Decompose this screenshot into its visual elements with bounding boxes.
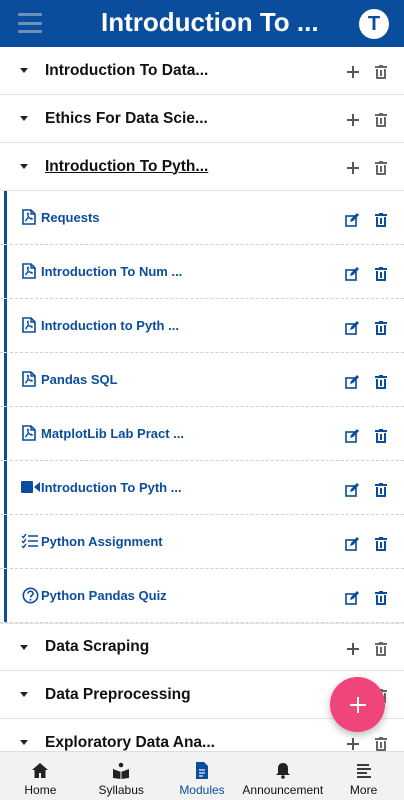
- edit-icon[interactable]: [345, 375, 359, 389]
- page-title: Introduction To ...: [101, 7, 319, 37]
- module-item-row[interactable]: Pandas SQL: [0, 353, 404, 407]
- trash-icon[interactable]: [375, 642, 387, 656]
- add-fab-button[interactable]: [330, 677, 385, 732]
- module-item-row[interactable]: Python Assignment: [0, 515, 404, 569]
- module-title[interactable]: Introduction To Pyth...: [45, 158, 208, 176]
- document-icon: [195, 762, 208, 779]
- avatar[interactable]: T: [359, 9, 389, 39]
- add-icon[interactable]: [346, 65, 360, 79]
- edit-icon[interactable]: [345, 267, 359, 281]
- edit-icon[interactable]: [345, 213, 359, 227]
- module-item-row[interactable]: MatplotLib Lab Pract ...: [0, 407, 404, 461]
- edit-icon[interactable]: [345, 483, 359, 497]
- module-row[interactable]: Ethics For Data Scie...: [0, 95, 404, 143]
- module-item-label[interactable]: Pandas SQL: [41, 372, 118, 387]
- add-icon[interactable]: [346, 737, 360, 751]
- trash-icon[interactable]: [375, 113, 387, 127]
- bell-icon: [275, 763, 290, 779]
- caret-down-icon[interactable]: [20, 645, 28, 650]
- add-icon[interactable]: [346, 642, 360, 656]
- modules-list: Introduction To Data... Ethics For Data …: [0, 47, 404, 751]
- quiz-question-icon: [22, 587, 39, 604]
- module-item-label[interactable]: Introduction To Num ...: [41, 264, 182, 279]
- module-item-row[interactable]: Introduction To Num ...: [0, 245, 404, 299]
- nav-syllabus[interactable]: Syllabus: [81, 752, 162, 800]
- module-item-label[interactable]: MatplotLib Lab Pract ...: [41, 426, 184, 441]
- trash-icon[interactable]: [375, 737, 387, 751]
- edit-icon[interactable]: [345, 429, 359, 443]
- nav-home-label: Home: [24, 783, 57, 797]
- plus-icon: [349, 696, 366, 713]
- trash-icon[interactable]: [375, 537, 387, 551]
- module-item-row[interactable]: Introduction to Pyth ...: [0, 299, 404, 353]
- bottom-navigation: Home Syllabus Modules Announcement More: [0, 751, 404, 800]
- module-row[interactable]: Introduction To Data...: [0, 47, 404, 95]
- caret-down-icon[interactable]: [20, 116, 28, 121]
- trash-icon[interactable]: [375, 483, 387, 497]
- caret-down-icon[interactable]: [20, 692, 28, 697]
- module-item-label[interactable]: Requests: [41, 210, 100, 225]
- trash-icon[interactable]: [375, 429, 387, 443]
- nav-more-label: More: [349, 783, 378, 797]
- nav-announcement-label: Announcement: [242, 783, 324, 797]
- caret-down-icon[interactable]: [20, 164, 28, 169]
- caret-down-icon[interactable]: [20, 68, 28, 73]
- trash-icon[interactable]: [375, 65, 387, 79]
- pdf-file-icon: [22, 317, 36, 333]
- add-icon[interactable]: [346, 161, 360, 175]
- caret-down-icon[interactable]: [20, 740, 28, 745]
- module-title[interactable]: Ethics For Data Scie...: [45, 110, 208, 128]
- nav-announcement[interactable]: Announcement: [242, 752, 323, 800]
- nav-syllabus-label: Syllabus: [98, 783, 144, 797]
- module-row[interactable]: Data Scraping: [0, 623, 404, 671]
- nav-modules[interactable]: Modules: [162, 752, 243, 800]
- module-item-label[interactable]: Python Assignment: [41, 534, 163, 549]
- module-title[interactable]: Exploratory Data Ana...: [45, 734, 215, 752]
- pdf-file-icon: [22, 263, 36, 279]
- trash-icon[interactable]: [375, 213, 387, 227]
- module-title[interactable]: Data Preprocessing: [45, 686, 191, 704]
- trash-icon[interactable]: [375, 375, 387, 389]
- module-title[interactable]: Introduction To Data...: [45, 62, 208, 80]
- nav-modules-label: Modules: [179, 783, 225, 797]
- module-item-label[interactable]: Python Pandas Quiz: [41, 588, 167, 603]
- module-item-row[interactable]: Requests: [0, 191, 404, 245]
- module-title[interactable]: Data Scraping: [45, 638, 149, 656]
- trash-icon[interactable]: [375, 161, 387, 175]
- module-item-row[interactable]: Python Pandas Quiz: [0, 569, 404, 623]
- module-item-row[interactable]: Introduction To Pyth ...: [0, 461, 404, 515]
- module-row-expanded[interactable]: Introduction To Pyth...: [0, 143, 404, 191]
- pdf-file-icon: [22, 371, 36, 387]
- module-item-label[interactable]: Introduction to Pyth ...: [41, 318, 179, 333]
- hamburger-menu-icon[interactable]: [18, 13, 42, 33]
- edit-icon[interactable]: [345, 591, 359, 605]
- nav-more[interactable]: More: [323, 752, 404, 800]
- add-icon[interactable]: [346, 113, 360, 127]
- menu-lines-icon: [356, 764, 371, 778]
- module-item-label[interactable]: Introduction To Pyth ...: [41, 480, 182, 495]
- nav-home[interactable]: Home: [0, 752, 81, 800]
- home-icon: [32, 763, 49, 778]
- edit-icon[interactable]: [345, 321, 359, 335]
- open-book-icon: [113, 762, 130, 779]
- checklist-icon: [21, 533, 38, 549]
- app-header: Introduction To ... T: [0, 0, 404, 47]
- video-icon: [21, 481, 40, 493]
- edit-icon[interactable]: [345, 537, 359, 551]
- trash-icon[interactable]: [375, 321, 387, 335]
- pdf-file-icon: [22, 209, 36, 225]
- trash-icon[interactable]: [375, 267, 387, 281]
- pdf-file-icon: [22, 425, 36, 441]
- trash-icon[interactable]: [375, 591, 387, 605]
